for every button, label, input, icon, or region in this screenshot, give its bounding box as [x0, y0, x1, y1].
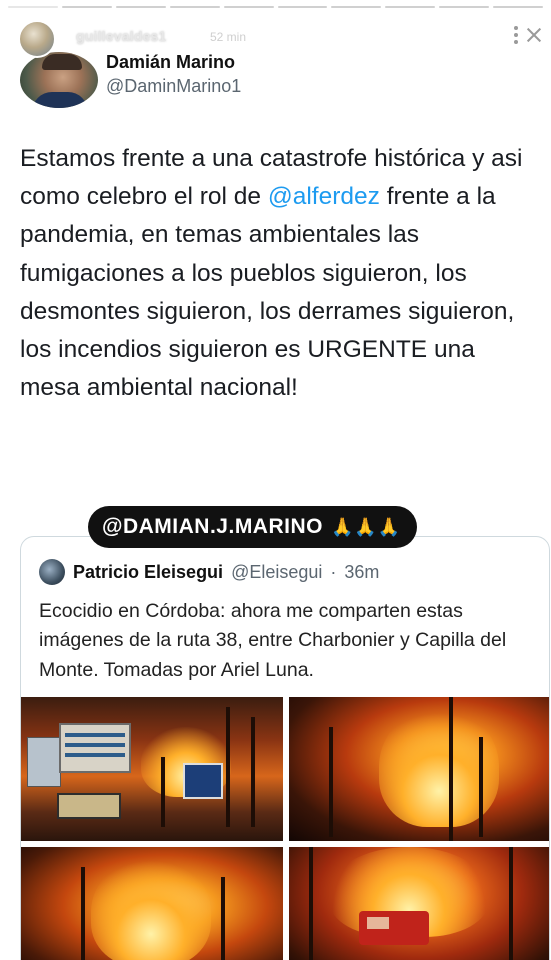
tweet-text: Estamos frente a una catastrofe históric…: [20, 140, 540, 408]
quoted-tweet-time: 36m: [344, 561, 380, 582]
sign-image: [183, 763, 223, 799]
more-vertical-icon[interactable]: [513, 26, 519, 48]
story-progress-segment: [61, 6, 112, 8]
fire-photo[interactable]: [289, 697, 549, 841]
sticker-text: @DAMIAN.J.MARINO: [102, 515, 323, 538]
story-progress-segment: [8, 6, 58, 8]
quoted-tweet-header: Patricio Eleisegui @Eleisegui · 36m: [39, 559, 379, 585]
fire-truck-image: [359, 911, 429, 945]
story-header: guillevaldes1 52 min: [14, 18, 537, 62]
fire-photo[interactable]: [289, 847, 549, 960]
quoted-author-handle: @Eleisegui: [231, 561, 323, 582]
quoted-author-avatar: [39, 559, 65, 585]
story-user-avatar[interactable]: [18, 20, 56, 58]
story-progress-segment: [331, 6, 382, 8]
mention-link[interactable]: @alferdez: [268, 183, 380, 210]
sign-image: [57, 793, 121, 819]
quoted-author-name: Patricio Eleisegui: [73, 561, 224, 582]
praying-hands-icon: 🙏🙏🙏: [330, 516, 402, 537]
story-progress-segment: [385, 6, 436, 8]
story-progress-segment: [277, 6, 328, 8]
tweet-text-part: frente a la pandemia, en temas ambiental…: [20, 183, 515, 402]
separator-dot: ·: [330, 561, 337, 582]
story-progress-segment: [493, 6, 544, 8]
story-progress-segment: [169, 6, 220, 8]
quoted-tweet-text: Ecocidio en Córdoba: ahora me comparten …: [39, 600, 507, 681]
story-progress-segment: [115, 6, 166, 8]
sign-image: [27, 737, 61, 787]
story-progress-segment: [223, 6, 274, 8]
author-handle: @DaminMarino1: [106, 76, 242, 96]
story-progress-segment: [439, 6, 490, 8]
sign-image: [59, 723, 131, 773]
story-username[interactable]: guillevaldes1: [76, 28, 167, 44]
fire-photo[interactable]: [21, 697, 283, 841]
close-icon[interactable]: [525, 26, 543, 44]
mention-sticker[interactable]: @DAMIAN.J.MARINO 🙏🙏🙏: [88, 506, 418, 548]
photo-grid: [21, 697, 549, 960]
story-timestamp: 52 min: [210, 30, 247, 44]
fire-photo[interactable]: [21, 847, 283, 960]
story-progress-bar: [8, 6, 544, 8]
quoted-tweet-card[interactable]: Patricio Eleisegui @Eleisegui · 36m Ecoc…: [20, 536, 550, 960]
